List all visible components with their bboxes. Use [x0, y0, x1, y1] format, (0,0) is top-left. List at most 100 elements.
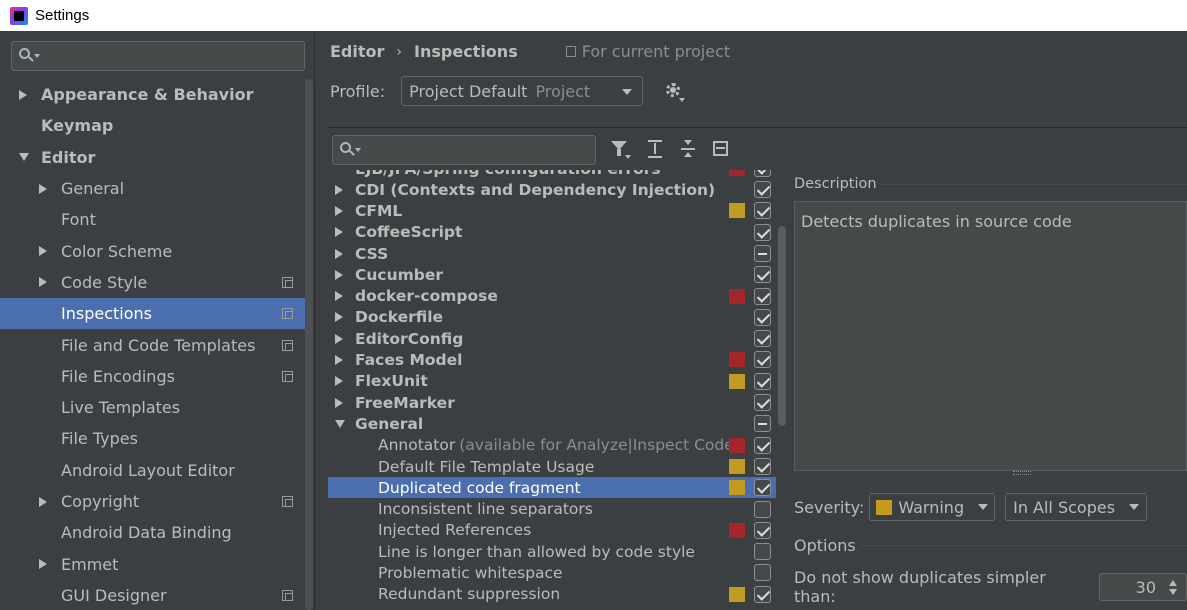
sidebar-item-appearance-behavior[interactable]: Appearance & Behavior: [0, 79, 305, 110]
inspection-checkbox[interactable]: [754, 372, 771, 390]
reset-icon[interactable]: [710, 138, 732, 160]
sidebar-item-code-style[interactable]: Code Style: [0, 267, 305, 298]
inspection-group-row[interactable]: EditorConfig: [328, 328, 776, 349]
chevron-right-icon[interactable]: [335, 397, 343, 408]
inspection-checkbox[interactable]: [754, 543, 771, 561]
sidebar-item-live-templates[interactable]: Live Templates: [0, 392, 305, 423]
inspection-checkbox[interactable]: [754, 287, 771, 305]
filter-icon[interactable]: [609, 138, 631, 160]
inspection-row[interactable]: Injected References: [328, 520, 776, 541]
sidebar-item-font[interactable]: Font: [0, 204, 305, 235]
sidebar-scrollbar[interactable]: [305, 79, 313, 610]
sidebar-item-file-types[interactable]: File Types: [0, 423, 305, 454]
chevron-right-icon[interactable]: [335, 269, 343, 280]
search-icon[interactable]: [339, 141, 361, 159]
sidebar-item-file-and-code-templates[interactable]: File and Code Templates: [0, 329, 305, 360]
chevron-right-icon[interactable]: [39, 277, 47, 288]
scrollbar-thumb[interactable]: [778, 226, 786, 426]
inspection-row[interactable]: EJB/JPA/Spring configuration errors: [328, 170, 776, 179]
inspection-checkbox[interactable]: [754, 308, 771, 326]
chevron-right-icon[interactable]: [335, 291, 343, 302]
chevron-right-icon[interactable]: [335, 312, 343, 323]
inspection-group-row[interactable]: FlexUnit: [328, 371, 776, 392]
inspection-list-scrollbar[interactable]: [776, 170, 788, 610]
inspection-group-row[interactable]: General: [328, 413, 776, 434]
chevron-right-icon[interactable]: [39, 559, 47, 570]
inspection-group-row[interactable]: Dockerfile: [328, 307, 776, 328]
inspection-checkbox[interactable]: [754, 223, 771, 241]
severity-dropdown[interactable]: Warning: [869, 493, 996, 521]
scope-value: In All Scopes: [1013, 497, 1116, 517]
inspection-checkbox[interactable]: [754, 330, 771, 348]
spinner-down-icon[interactable]: [1169, 589, 1177, 595]
inspection-checkbox[interactable]: [754, 202, 771, 220]
inspection-row[interactable]: Redundant suppression: [328, 584, 776, 605]
inspection-group-row[interactable]: CoffeeScript: [328, 222, 776, 243]
search-icon[interactable]: [18, 47, 40, 65]
sidebar-item-color-scheme[interactable]: Color Scheme: [0, 235, 305, 266]
sidebar-item-keymap[interactable]: Keymap: [0, 110, 305, 141]
sidebar-search-input[interactable]: [11, 41, 305, 71]
inspection-group-row[interactable]: CFML: [328, 200, 776, 221]
splitter-grip[interactable]: [1013, 471, 1031, 475]
inspection-search-input[interactable]: [332, 135, 596, 165]
inspection-row[interactable]: Default File Template Usage: [328, 456, 776, 477]
chevron-right-icon[interactable]: [335, 248, 343, 259]
inspection-checkbox[interactable]: [754, 170, 771, 177]
inspection-checkbox[interactable]: [754, 351, 771, 369]
inspection-row[interactable]: Annotator (available for Analyze|Inspect …: [328, 435, 776, 456]
expand-all-icon[interactable]: [644, 138, 666, 160]
profile-dropdown[interactable]: Project Default Project: [401, 76, 644, 106]
chevron-right-icon[interactable]: [335, 227, 343, 238]
sidebar-item-file-encodings[interactable]: File Encodings: [0, 361, 305, 392]
inspection-row[interactable]: Duplicated code fragment: [328, 477, 776, 499]
scope-dropdown[interactable]: In All Scopes: [1005, 493, 1148, 521]
inspection-checkbox[interactable]: [754, 564, 771, 582]
chevron-right-icon[interactable]: [335, 205, 343, 216]
collapse-all-icon[interactable]: [677, 138, 699, 160]
inspection-checkbox[interactable]: [754, 244, 771, 262]
sidebar-item-android-layout-editor[interactable]: Android Layout Editor: [0, 455, 305, 486]
chevron-down-icon: [1129, 504, 1140, 510]
inspection-group-row[interactable]: docker-compose: [328, 286, 776, 307]
breadcrumb-editor[interactable]: Editor: [330, 42, 384, 61]
inspection-group-row[interactable]: CDI (Contexts and Dependency Injection): [328, 179, 776, 200]
inspection-checkbox[interactable]: [754, 521, 771, 539]
inspection-row[interactable]: Inconsistent line separators: [328, 499, 776, 520]
chevron-down-icon[interactable]: [335, 419, 345, 428]
chevron-right-icon[interactable]: [335, 355, 343, 366]
inspection-checkbox[interactable]: [754, 457, 771, 475]
inspection-checkbox[interactable]: [754, 394, 771, 411]
inspection-group-row[interactable]: Cucumber: [328, 264, 776, 285]
inspection-checkbox[interactable]: [754, 415, 771, 433]
inspection-checkbox[interactable]: [754, 585, 771, 603]
inspection-group-row[interactable]: CSS: [328, 243, 776, 264]
spinner-up-icon[interactable]: [1169, 580, 1177, 586]
sidebar-item-gui-designer[interactable]: GUI Designer: [0, 580, 305, 610]
chevron-down-icon[interactable]: [19, 153, 29, 162]
inspection-group-row[interactable]: FreeMarker: [328, 392, 776, 413]
inspection-row[interactable]: Problematic whitespace: [328, 562, 776, 583]
inspection-checkbox[interactable]: [754, 500, 771, 518]
sidebar-item-copyright[interactable]: Copyright: [0, 486, 305, 517]
chevron-right-icon[interactable]: [335, 184, 343, 195]
sidebar-item-inspections[interactable]: Inspections: [0, 298, 305, 330]
inspection-checkbox[interactable]: [754, 479, 771, 497]
chevron-right-icon[interactable]: [335, 333, 343, 344]
inspection-checkbox[interactable]: [754, 181, 771, 198]
sidebar-item-general[interactable]: General: [0, 173, 305, 204]
inspection-group-row[interactable]: Faces Model: [328, 349, 776, 370]
inspection-checkbox[interactable]: [754, 266, 771, 284]
sidebar-item-editor[interactable]: Editor: [0, 142, 305, 173]
chevron-right-icon[interactable]: [39, 183, 47, 194]
inspection-row[interactable]: Line is longer than allowed by code styl…: [328, 541, 776, 562]
inspection-checkbox[interactable]: [754, 436, 771, 454]
duplicate-threshold-spinner[interactable]: 30: [1099, 573, 1187, 601]
sidebar-item-emmet[interactable]: Emmet: [0, 548, 305, 579]
gear-icon[interactable]: [663, 80, 686, 102]
chevron-right-icon[interactable]: [19, 89, 27, 100]
chevron-right-icon[interactable]: [39, 246, 47, 257]
chevron-right-icon[interactable]: [39, 496, 47, 507]
sidebar-item-android-data-binding[interactable]: Android Data Binding: [0, 517, 305, 548]
chevron-right-icon[interactable]: [335, 376, 343, 387]
